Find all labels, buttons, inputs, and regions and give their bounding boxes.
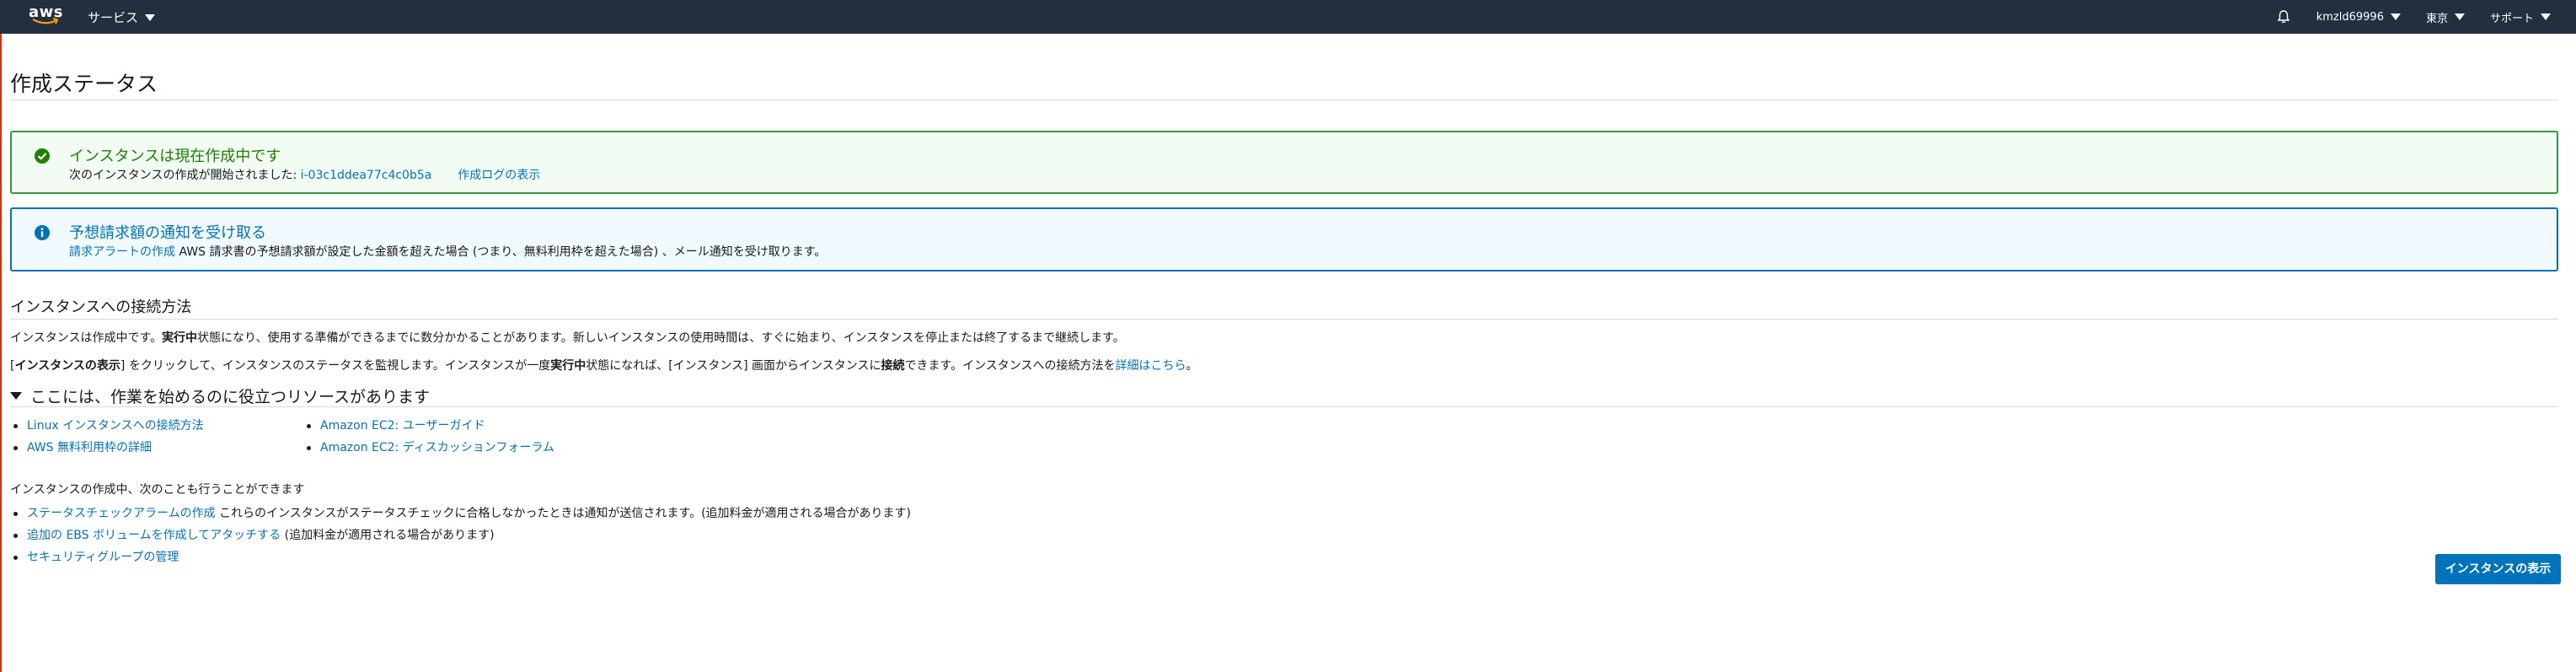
manage-security-groups-link[interactable]: セキュリティグループの管理 [27,551,179,564]
additional-actions-title: インスタンスの作成中、次のことも行うことができます [10,483,305,497]
chevron-down-icon [2390,13,2401,20]
caret-down-icon [10,392,22,400]
region-menu[interactable]: 東京 [2426,9,2465,25]
instance-launch-success-alert: インスタンスは現在作成中です 次のインスタンスの作成が開始されました: i-03… [10,131,2558,194]
chevron-down-icon [145,13,156,21]
left-edge-rule [0,34,2,672]
list-item: 追加の EBS ボリュームを作成してアタッチする (追加料金が適用される場合があ… [10,524,911,546]
title-divider [10,99,2558,100]
list-item: セキュリティグループの管理 [10,546,911,568]
connect-section-title: インスタンスへの接続方法 [10,298,192,316]
list-item: Amazon EC2: ディスカッションフォーラム [303,437,554,459]
instance-id-link[interactable]: i-03c1ddea77c4c0b5a [301,169,432,182]
p2-bold-view-instances: インスタンスの表示 [14,359,120,373]
list-item-text: (追加料金が適用される場合があります) [281,529,495,542]
support-menu[interactable]: サポート [2490,9,2551,25]
resources-divider [10,406,2558,407]
account-label: kmzld69996 [2316,10,2384,24]
p2-text: できます。インスタンスへの接続方法を [904,359,1116,373]
account-menu[interactable]: kmzld69996 [2316,11,2401,24]
aws-logo[interactable]: aws [29,5,63,29]
connect-section-divider [10,319,2558,320]
launch-status-paragraph: インスタンスは作成中です。実行中状態になり、使用する準備ができるまでに数分かかる… [10,329,1125,346]
info-circle-icon [35,225,50,240]
info-alert-title: 予想請求額の通知を受け取る [69,224,266,242]
bell-icon [2277,10,2290,24]
p1-bold-running: 実行中 [162,331,198,345]
view-launch-log-link[interactable]: 作成ログの表示 [458,169,540,182]
services-label: サービス [88,10,139,25]
page-title: 作成ステータス [10,72,158,96]
free-tier-details-link[interactable]: AWS 無料利用枠の詳細 [27,441,152,454]
success-alert-text: 次のインスタンスの作成が開始されました: [69,169,301,182]
ec2-discussion-forum-link[interactable]: Amazon EC2: ディスカッションフォーラム [320,441,554,454]
create-billing-alert-link[interactable]: 請求アラートの作成 [69,245,175,259]
success-alert-title: インスタンスは現在作成中です [69,148,281,165]
ec2-user-guide-link[interactable]: Amazon EC2: ユーザーガイド [320,419,485,433]
region-label: 東京 [2425,12,2448,25]
resources-list-right: Amazon EC2: ユーザーガイド Amazon EC2: ディスカッション… [303,415,554,459]
p2-bold-connect: 接続 [881,359,905,373]
notifications-button[interactable] [2276,9,2291,24]
aws-smile-icon [32,18,59,24]
info-alert-body: 請求アラートの作成 AWS 請求書の予想請求額が設定した金額を超えた場合 (つま… [69,243,826,260]
nav-right-group: kmzld69996 東京 サポート [2276,0,2551,34]
list-item: ステータスチェックアラームの作成 これらのインスタンスがステータスチェックに合格… [10,503,911,524]
list-item: AWS 無料利用枠の詳細 [10,437,204,459]
resources-header-label: ここには、作業を始めるのに役立つリソースがあります [30,388,431,406]
create-status-check-alarm-link[interactable]: ステータスチェックアラームの作成 [27,507,216,520]
p2-bold-running: 実行中 [550,359,586,373]
create-attach-ebs-volume-link[interactable]: 追加の EBS ボリュームを作成してアタッチする [27,529,281,542]
list-item-text: これらのインスタンスがステータスチェックに合格しなかったときは通知が送信されます… [215,507,912,520]
check-circle-icon [35,148,50,164]
info-alert-text: AWS 請求書の予想請求額が設定した金額を超えた場合 (つまり、無料利用枠を超え… [175,245,827,259]
resources-list-left: Linux インスタンスへの接続方法 AWS 無料利用枠の詳細 [10,415,204,459]
top-navigation-bar: aws サービス kmzld69996 東京 サポート [0,0,2576,34]
billing-alert-info-box: 予想請求額の通知を受け取る 請求アラートの作成 AWS 請求書の予想請求額が設定… [10,207,2558,271]
learn-more-link[interactable]: 詳細はこちら [1116,359,1186,373]
support-label: サポート [2489,12,2534,25]
chevron-down-icon [2541,13,2551,20]
services-menu[interactable]: サービス [88,8,156,26]
p2-text-end: 。 [1186,359,1198,373]
linux-connect-guide-link[interactable]: Linux インスタンスへの接続方法 [27,419,204,433]
monitor-status-paragraph: [インスタンスの表示] をクリックして、インスタンスのステータスを監視します。イ… [10,357,1198,374]
chevron-down-icon [2454,13,2465,20]
list-item: Amazon EC2: ユーザーガイド [303,415,554,437]
view-instances-button[interactable]: インスタンスの表示 [2435,554,2561,584]
additional-actions-list: ステータスチェックアラームの作成 これらのインスタンスがステータスチェックに合格… [10,503,911,568]
p2-text: ] をクリックして、インスタンスのステータスを監視します。インスタンスが一度 [120,359,551,373]
p2-text: 状態になれば、[インスタンス] 画面からインスタンスに [586,359,881,373]
p1-text-rest: 状態になり、使用する準備ができるまでに数分かかることがあります。新しいインスタン… [197,331,1125,345]
list-item: Linux インスタンスへの接続方法 [10,415,204,437]
resources-expander[interactable]: ここには、作業を始めるのに役立つリソースがあります [10,384,430,407]
success-alert-body: 次のインスタンスの作成が開始されました: i-03c1ddea77c4c0b5a… [69,166,540,183]
p1-text: インスタンスは作成中です。 [10,331,163,345]
